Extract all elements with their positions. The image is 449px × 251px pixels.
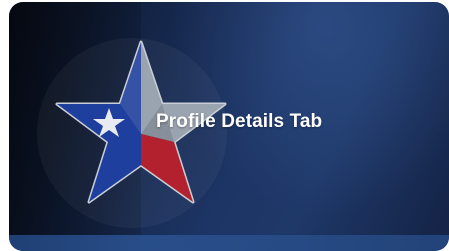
card-bottom-band (9, 235, 449, 251)
profile-details-tab-card[interactable]: Profile Details Tab (9, 2, 449, 251)
card-title: Profile Details Tab (156, 111, 323, 132)
